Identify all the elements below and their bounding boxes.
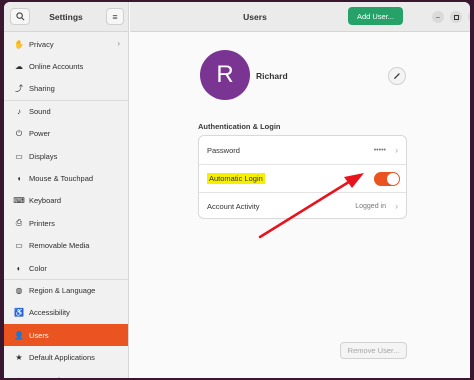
sidebar-item-accessibility[interactable]: ♿ Accessibility [4,302,128,324]
remove-user-button[interactable]: Remove User... [340,342,407,359]
minimize-button[interactable]: – [432,11,444,23]
sidebar-item-label: Mouse & Touchpad [29,174,94,184]
power-icon: ⏻ [15,128,23,138]
sidebar-header: Settings ≡ [4,2,128,32]
auth-section-title: Authentication & Login [198,122,281,131]
sidebar-item-privacy[interactable]: ✋ Privacy › [4,33,128,55]
account-activity-value: Logged in [355,203,386,210]
automatic-login-toggle[interactable] [374,172,400,186]
sidebar-item-label: Sound [29,107,51,117]
password-row[interactable]: Password ••••• › [199,136,406,164]
sidebar-item-power[interactable]: ⏻ Power [4,123,128,145]
sidebar-item-label: Color [29,263,47,273]
avatar[interactable]: R [200,50,250,100]
sidebar-item-label: Keyboard [29,196,62,206]
sidebar-item-color[interactable]: ◐ Color [4,257,128,279]
cloud-icon: ☁ [15,62,23,72]
sidebar-item-keyboard[interactable]: ⌨ Keyboard [4,190,128,212]
sidebar-item-label: Privacy [29,39,54,49]
sidebar-item-label: Sharing [29,84,55,94]
globe-icon: ◍ [15,286,23,296]
sidebar-item-label: Accessibility [29,308,70,318]
sidebar-item-label: Default Applications [29,353,95,363]
accessibility-icon: ♿ [14,308,24,318]
headerbar: Users Add User... – ✕ [130,2,470,32]
sidebar-item-label: Removable Media [29,241,90,251]
sidebar-item-users[interactable]: 👤 Users [4,324,128,347]
sidebar-item-date-time[interactable]: ◷ Date & Time [4,369,128,378]
printer-icon: ⎙ [15,218,23,228]
account-activity-label: Account Activity [207,202,260,211]
sidebar-item-displays[interactable]: ▭ Displays [4,145,128,167]
sidebar-item-printers[interactable]: ⎙ Printers [4,212,128,234]
password-label: Password [207,145,240,155]
sidebar-list: ✋ Privacy › ☁ Online Accounts ⤴ Sharing ♪ Sound ⏻… [4,33,128,378]
sidebar-item-removable-media[interactable]: ▭ Removable Media [4,235,128,257]
drive-icon: ▭ [15,241,23,251]
account-activity-row[interactable]: Account Activity Logged in › [199,192,406,220]
automatic-login-row: Automatic Login [199,164,406,192]
chevron-right-icon: › [117,39,120,48]
keyboard-icon: ⌨ [13,196,25,206]
chevron-right-icon: › [395,202,398,211]
maximize-icon [453,14,459,20]
sidebar-item-sharing[interactable]: ⤴ Sharing [4,78,128,100]
sidebar-item-mouse-touchpad[interactable]: ◖ Mouse & Touchpad [4,167,128,189]
page-title: Users [243,12,267,22]
sidebar-item-label: Printers [29,218,55,228]
sidebar-item-region-language[interactable]: ◍ Region & Language [4,279,128,301]
sidebar-item-label: Date & Time [29,376,70,378]
edit-name-button[interactable] [388,67,406,85]
clock-icon: ◷ [14,375,24,378]
share-icon: ⤴ [15,84,23,94]
pencil-icon [393,73,400,80]
chevron-right-icon: › [395,145,398,155]
music-note-icon: ♪ [17,107,21,117]
toggle-knob [387,173,399,185]
menu-button[interactable]: ≡ [106,8,124,25]
star-icon: ★ [15,353,23,363]
close-button[interactable]: ✕ [468,11,470,23]
users-icon: 👤 [14,330,24,340]
settings-window: Settings ≡ ✋ Privacy › ☁ Online Accounts ⤴ Sha… [4,2,470,378]
maximize-button[interactable] [450,11,462,23]
password-value: ••••• [373,146,386,154]
sidebar-item-sound[interactable]: ♪ Sound [4,100,128,122]
hamburger-icon: ≡ [112,11,118,22]
sidebar-item-label: Region & Language [29,286,96,296]
user-name[interactable]: Richard [256,71,288,81]
sidebar-item-default-applications[interactable]: ★ Default Applications [4,346,128,368]
auth-settings-card: Password ••••• › Automatic Login Account… [198,135,407,219]
hand-icon: ✋ [14,39,24,49]
minimize-icon: – [436,13,440,21]
main-panel: Users Add User... – ✕ R Richard Authenti… [130,2,470,378]
sidebar-item-online-accounts[interactable]: ☁ Online Accounts [4,55,128,77]
sidebar: Settings ≡ ✋ Privacy › ☁ Online Accounts ⤴ Sha… [4,2,129,378]
color-icon: ◐ [16,263,22,273]
sidebar-item-label: Users [29,330,49,340]
sidebar-item-label: Displays [29,151,58,161]
automatic-login-label: Automatic Login [207,173,265,184]
sidebar-item-label: Power [29,129,51,139]
sidebar-item-label: Online Accounts [29,62,84,72]
mouse-icon: ◖ [16,174,22,184]
monitor-icon: ▭ [15,151,23,161]
add-user-button[interactable]: Add User... [348,7,403,25]
